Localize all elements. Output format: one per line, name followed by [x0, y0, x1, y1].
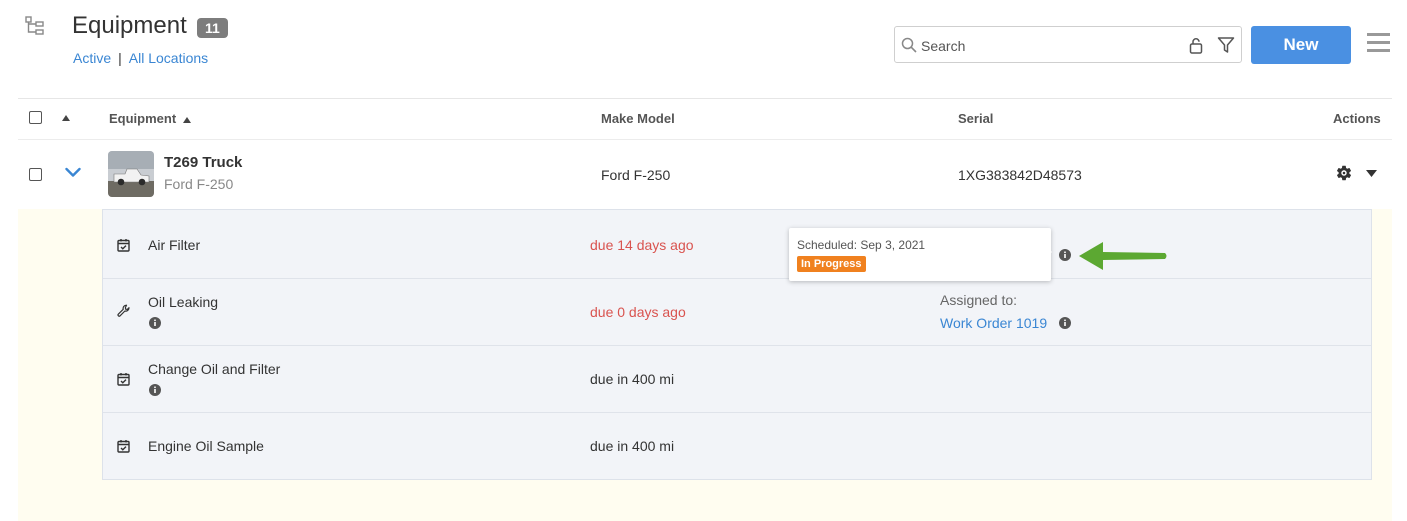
filter-breadcrumb: Active | All Locations — [73, 50, 208, 66]
calendar-check-icon — [117, 440, 130, 453]
task-name[interactable]: Engine Oil Sample — [148, 438, 264, 454]
column-header-serial[interactable]: Serial — [958, 111, 993, 126]
status-filter-link[interactable]: Active — [73, 50, 111, 66]
lock-icon[interactable] — [1188, 37, 1204, 54]
task-due-status: due in 400 mi — [590, 438, 675, 454]
chevron-down-icon[interactable] — [65, 167, 81, 178]
sort-asc-icon — [182, 116, 191, 123]
new-button[interactable]: New — [1251, 26, 1351, 64]
page-title: Equipment — [72, 12, 187, 39]
actions-dropdown-icon[interactable] — [1366, 170, 1377, 177]
task-divider — [103, 345, 1371, 346]
info-icon[interactable] — [1059, 317, 1071, 329]
info-icon[interactable] — [149, 317, 161, 329]
make-model-cell: Ford F-250 — [601, 167, 671, 183]
tooltip-pointer — [1044, 245, 1052, 259]
equipment-name[interactable]: T269 Truck — [164, 154, 242, 171]
equipment-count-badge: 11 — [197, 18, 228, 38]
task-name[interactable]: Oil Leaking — [148, 294, 218, 310]
equipment-thumbnail[interactable] — [108, 151, 154, 197]
wrench-icon — [117, 304, 130, 317]
row-checkbox[interactable] — [29, 168, 42, 181]
task-due-status: due 14 days ago — [590, 237, 694, 253]
schedule-tooltip: Scheduled: Sep 3, 2021 In Progress — [789, 228, 1051, 281]
task-due-status: due 0 days ago — [590, 304, 686, 320]
tooltip-scheduled-date: Scheduled: Sep 3, 2021 — [797, 238, 926, 252]
task-due-status: due in 400 mi — [590, 371, 675, 387]
search-icon — [901, 37, 917, 53]
row-divider — [18, 139, 1392, 140]
arrow-icon — [1079, 242, 1167, 270]
column-header-actions: Actions — [1333, 111, 1381, 126]
filter-separator: | — [118, 50, 122, 66]
task-name[interactable]: Change Oil and Filter — [148, 361, 280, 377]
column-header-make-model[interactable]: Make Model — [601, 111, 675, 126]
filter-icon[interactable] — [1217, 36, 1235, 54]
info-icon[interactable] — [1059, 249, 1071, 261]
equipment-subtitle: Ford F-250 — [164, 176, 234, 192]
location-filter-link[interactable]: All Locations — [129, 50, 208, 66]
hierarchy-icon[interactable] — [24, 15, 46, 37]
task-divider — [103, 412, 1371, 413]
column-header-equipment[interactable]: Equipment — [109, 111, 191, 126]
calendar-check-icon — [117, 373, 130, 386]
select-all-checkbox[interactable] — [29, 111, 42, 124]
assigned-to-label: Assigned to: — [940, 292, 1018, 308]
column-header-equipment-label: Equipment — [109, 111, 177, 126]
header-divider — [18, 98, 1392, 99]
task-name[interactable]: Air Filter — [148, 237, 200, 253]
search-box — [894, 26, 1242, 64]
task-divider — [103, 278, 1371, 279]
search-input[interactable] — [919, 27, 1173, 64]
hamburger-menu-icon[interactable] — [1367, 33, 1390, 52]
info-icon[interactable] — [149, 384, 161, 396]
sort-caret-icon[interactable] — [62, 115, 70, 121]
gear-icon[interactable] — [1335, 164, 1353, 182]
serial-cell: 1XG383842D48573 — [958, 167, 1082, 183]
work-order-link[interactable]: Work Order 1019 — [940, 315, 1047, 331]
calendar-check-icon — [117, 239, 130, 252]
status-badge: In Progress — [797, 256, 866, 272]
